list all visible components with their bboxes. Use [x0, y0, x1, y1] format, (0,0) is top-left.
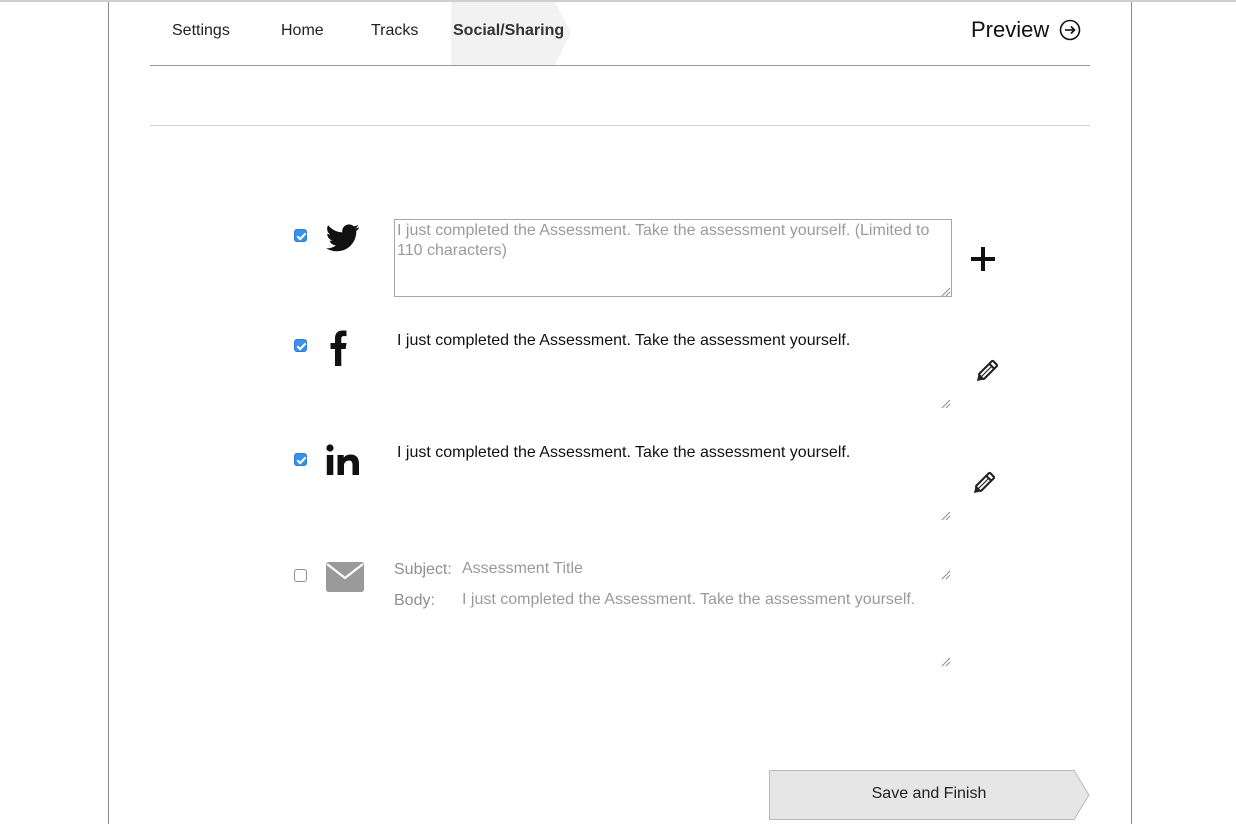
save-and-finish-label: Save and Finish	[871, 785, 987, 802]
email-checkbox[interactable]	[294, 569, 307, 582]
arrow-circle-right-icon	[1059, 19, 1081, 41]
linkedin-message-input[interactable]: I just completed the Assessment. Take th…	[397, 444, 850, 462]
resize-handle-icon[interactable]	[941, 399, 951, 409]
subject-input[interactable]: Assessment Title	[462, 560, 583, 578]
resize-handle-icon[interactable]	[941, 657, 951, 667]
save-and-finish-button[interactable]: Save and Finish	[769, 770, 1090, 820]
pencil-icon[interactable]	[972, 358, 1000, 386]
pencil-icon[interactable]	[969, 470, 997, 498]
resize-handle-icon[interactable]	[941, 570, 951, 580]
facebook-checkbox[interactable]	[294, 339, 307, 352]
nav-divider	[150, 65, 1090, 66]
twitter-icon	[326, 224, 360, 252]
tab-settings[interactable]: Settings	[172, 22, 230, 40]
section-divider	[150, 125, 1090, 126]
tab-tracks[interactable]: Tracks	[371, 22, 418, 40]
facebook-message-input[interactable]: I just completed the Assessment. Take th…	[397, 332, 850, 350]
twitter-checkbox[interactable]	[294, 229, 307, 242]
envelope-icon	[326, 562, 364, 592]
linkedin-icon	[326, 444, 359, 475]
subject-label: Subject:	[394, 561, 452, 578]
body-label: Body:	[394, 592, 435, 609]
plus-icon[interactable]	[969, 245, 997, 273]
tab-social-sharing[interactable]: Social/Sharing	[453, 22, 564, 40]
facebook-icon	[330, 330, 347, 366]
body-input[interactable]: I just completed the Assessment. Take th…	[462, 591, 915, 609]
linkedin-checkbox[interactable]	[294, 453, 307, 466]
twitter-message-input[interactable]: I just completed the Assessment. Take th…	[394, 219, 952, 297]
preview-button[interactable]: Preview	[971, 16, 1081, 44]
resize-handle-icon[interactable]	[941, 287, 951, 297]
tab-home[interactable]: Home	[281, 22, 324, 40]
preview-label: Preview	[971, 17, 1050, 42]
resize-handle-icon[interactable]	[941, 511, 951, 521]
